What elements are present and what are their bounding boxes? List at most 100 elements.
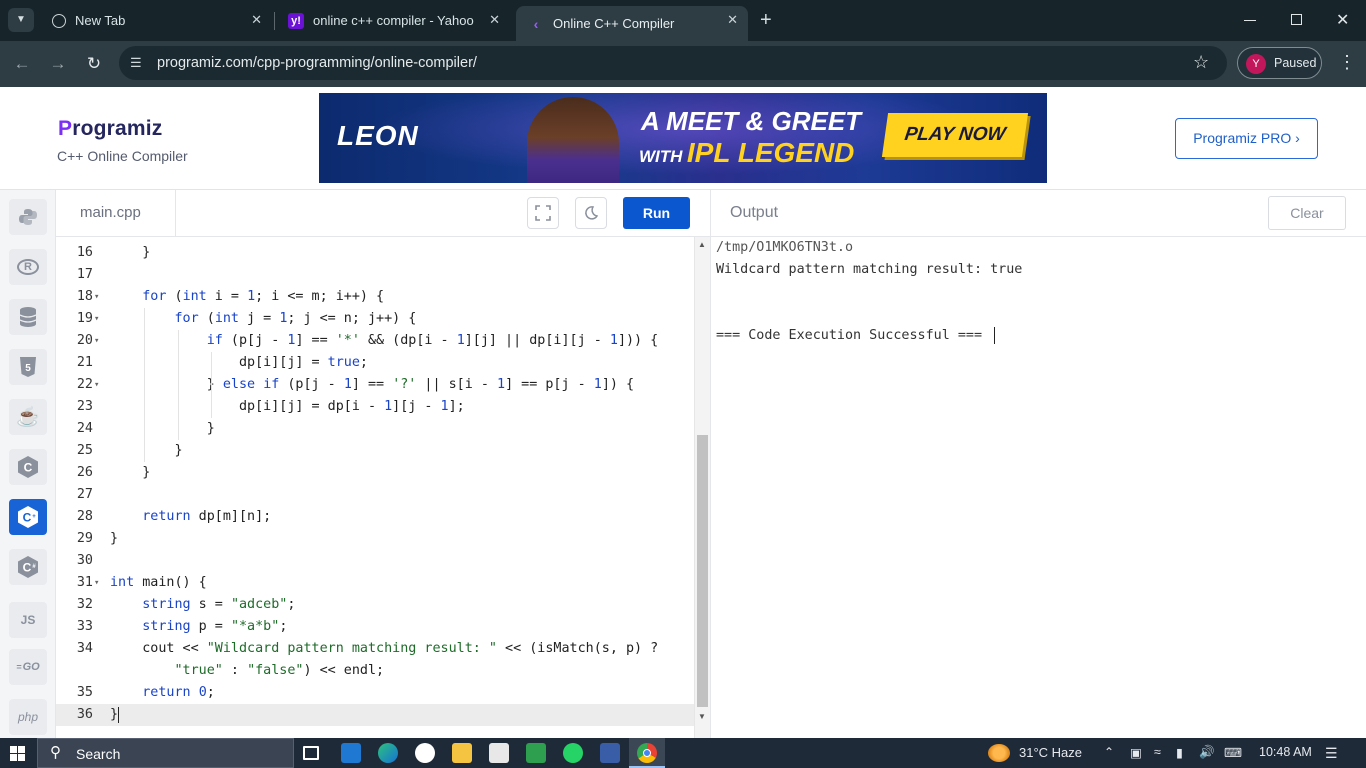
code-line[interactable]: 20 ▾ if (p[j - 1] == '*' && (dp[i - 1][j]… xyxy=(56,330,694,352)
whatsapp-icon[interactable] xyxy=(563,743,583,763)
address-bar[interactable]: ☰ programiz.com/cpp-programming/online-c… xyxy=(119,46,1227,80)
scrollbar-thumb[interactable] xyxy=(697,435,708,707)
restore-button[interactable] xyxy=(1291,14,1302,25)
dark-mode-button[interactable] xyxy=(575,197,607,229)
line-number: 34 xyxy=(76,641,93,656)
close-icon[interactable]: ✕ xyxy=(727,12,738,28)
forward-icon[interactable]: → xyxy=(47,53,69,75)
chrome-taskbar-button[interactable] xyxy=(629,738,665,768)
code-line[interactable]: 32 string s = "adceb"; xyxy=(56,594,694,616)
sql-icon[interactable] xyxy=(9,299,47,335)
code-line[interactable]: 26 } xyxy=(56,462,694,484)
reload-icon[interactable]: ↻ xyxy=(83,53,105,75)
close-icon[interactable]: ✕ xyxy=(489,12,500,28)
ad-play-now-button[interactable]: PLAY NOW xyxy=(881,113,1029,157)
programiz-pro-button[interactable]: Programiz PRO › xyxy=(1175,118,1318,159)
js-icon[interactable]: JS xyxy=(9,602,47,638)
devcpp-icon[interactable] xyxy=(600,743,620,763)
editor-scrollbar[interactable]: ▲ ▼ xyxy=(694,237,710,738)
code-line[interactable]: 17 xyxy=(56,264,694,286)
fold-arrow-icon[interactable]: ▾ xyxy=(94,286,99,308)
wifi-icon[interactable]: ≈ xyxy=(1154,745,1161,759)
output-console[interactable]: /tmp/O1MKO6TN3t.o Wildcard pattern match… xyxy=(710,237,1366,738)
r-icon[interactable]: R xyxy=(9,249,47,285)
tab-online-cpp-compiler[interactable]: ‹ Online C++ Compiler ✕ xyxy=(516,6,748,41)
minimize-button[interactable] xyxy=(1244,20,1256,21)
python-icon[interactable] xyxy=(9,199,47,235)
code-line[interactable]: 35 return 0; xyxy=(56,682,694,704)
code-line[interactable]: "true" : "false") << endl; xyxy=(56,660,694,682)
fold-arrow-icon[interactable]: ▾ xyxy=(94,374,99,396)
github-icon[interactable] xyxy=(415,743,435,763)
show-hidden-icons-icon[interactable]: ⌃ xyxy=(1104,745,1114,759)
battery-icon[interactable]: ▮ xyxy=(1176,745,1183,760)
avatar: Y xyxy=(1246,54,1266,74)
output-line: Wildcard pattern matching result: true xyxy=(716,262,1023,277)
new-tab-button[interactable]: + xyxy=(760,9,772,32)
keyboard-icon[interactable]: ⌨ xyxy=(1224,745,1242,760)
code-line[interactable]: 28 return dp[m][n]; xyxy=(56,506,694,528)
code-line[interactable]: 23 dp[i][j] = dp[i - 1][j - 1]; xyxy=(56,396,694,418)
weather-text[interactable]: 31°C Haze xyxy=(1019,745,1082,760)
go-icon[interactable]: = GO xyxy=(9,649,47,685)
meet-now-icon[interactable]: ▣ xyxy=(1130,745,1142,760)
tab-search-button[interactable]: ▼ xyxy=(8,8,34,32)
tab-new-tab[interactable]: New Tab ✕ xyxy=(40,6,272,35)
fold-arrow-icon[interactable]: ▾ xyxy=(94,572,99,594)
java-icon[interactable]: ☕ xyxy=(9,399,47,435)
code-line[interactable]: 22 ▾ } else if (p[j - 1] == '?' || s[i - … xyxy=(56,374,694,396)
ad-brand: LEON xyxy=(337,120,419,151)
code-line[interactable]: 33 string p = "*a*b"; xyxy=(56,616,694,638)
clear-button[interactable]: Clear xyxy=(1268,196,1346,230)
code-line[interactable]: 36} xyxy=(56,704,694,726)
windows-start-icon[interactable] xyxy=(10,746,26,762)
profile-button[interactable]: Y Paused xyxy=(1237,47,1322,79)
code-line[interactable]: 25 } xyxy=(56,440,694,462)
file-explorer-icon[interactable] xyxy=(452,743,472,763)
code-line[interactable]: 34 cout << "Wildcard pattern matching re… xyxy=(56,638,694,660)
code-editor[interactable]: 16 } 17 18 ▾ for (int i = 1; i <= m; i++) {… xyxy=(56,237,694,738)
notifications-icon[interactable]: ☰ xyxy=(1325,745,1338,762)
code-line[interactable]: 19 ▾ for (int j = 1; j <= n; j++) { xyxy=(56,308,694,330)
code-line[interactable]: 21 dp[i][j] = true; xyxy=(56,352,694,374)
fold-arrow-icon[interactable]: ▾ xyxy=(94,308,99,330)
code-line[interactable]: 24 } xyxy=(56,418,694,440)
html-icon[interactable]: 5 xyxy=(9,349,47,385)
fullscreen-button[interactable] xyxy=(527,197,559,229)
store-icon[interactable] xyxy=(489,743,509,763)
menu-icon[interactable]: ⋮ xyxy=(1338,52,1356,73)
volume-icon[interactable]: 🔊 xyxy=(1199,745,1215,760)
code-text: dp[i][j] = true; xyxy=(110,355,368,370)
cpp-icon[interactable]: C + xyxy=(9,499,47,535)
code-line[interactable]: 16 } xyxy=(56,242,694,264)
tab-yahoo[interactable]: y! online c++ compiler - Yahoo In ✕ xyxy=(276,6,510,35)
csharp-icon[interactable]: C # xyxy=(9,549,47,585)
code-line[interactable]: 31 ▾ int main() { xyxy=(56,572,694,594)
line-number: 20 xyxy=(76,333,93,348)
site-settings-icon[interactable]: ☰ xyxy=(130,55,142,71)
taskbar-search[interactable]: ⚲ Search xyxy=(37,738,294,768)
back-icon[interactable]: ← xyxy=(11,53,33,75)
code-line[interactable]: 29} xyxy=(56,528,694,550)
run-button[interactable]: Run xyxy=(623,197,690,229)
mail-icon[interactable] xyxy=(341,743,361,763)
code-line[interactable]: 30 xyxy=(56,550,694,572)
close-window-button[interactable]: ✕ xyxy=(1336,10,1349,30)
scroll-up-arrow[interactable]: ▲ xyxy=(698,240,706,249)
scroll-down-arrow[interactable]: ▼ xyxy=(698,712,706,721)
c-icon[interactable]: C xyxy=(9,449,47,485)
clock-time[interactable]: 10:48 AM xyxy=(1259,745,1312,759)
fold-arrow-icon[interactable]: ▾ xyxy=(94,330,99,352)
programiz-logo[interactable]: Programiz xyxy=(58,117,163,141)
photos-icon[interactable] xyxy=(526,743,546,763)
task-view-icon[interactable] xyxy=(303,746,319,760)
code-line[interactable]: 27 xyxy=(56,484,694,506)
file-tab-main-cpp[interactable]: main.cpp xyxy=(56,190,176,237)
line-number: 25 xyxy=(76,443,93,458)
advertisement-banner[interactable]: LEON A MEET & GREET WITH IPL LEGEND PLAY… xyxy=(319,93,1047,183)
code-line[interactable]: 18 ▾ for (int i = 1; i <= m; i++) { xyxy=(56,286,694,308)
close-icon[interactable]: ✕ xyxy=(251,12,262,28)
bookmark-star-icon[interactable]: ☆ xyxy=(1193,52,1209,73)
edge-icon[interactable] xyxy=(378,743,398,763)
php-icon[interactable]: php xyxy=(9,699,47,735)
